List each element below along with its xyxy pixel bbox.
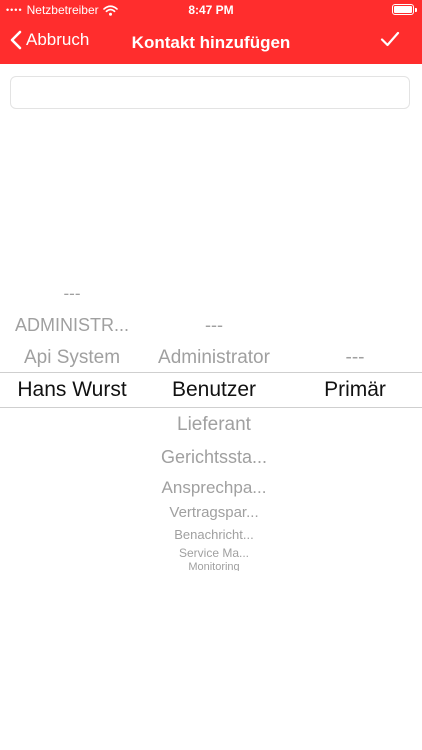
picker-option[interactable]: Monitoring bbox=[146, 561, 282, 571]
picker-column-role[interactable]: --- Administrator Benutzer Lieferant Ger… bbox=[146, 270, 282, 580]
picker-option[interactable]: ADMINISTR... bbox=[6, 315, 138, 336]
checkmark-icon bbox=[380, 31, 400, 47]
search-input[interactable] bbox=[10, 76, 410, 109]
picker-option-selected[interactable]: Primär bbox=[290, 378, 420, 402]
chevron-left-icon bbox=[10, 30, 22, 50]
picker-option[interactable]: Service Ma... bbox=[146, 546, 282, 560]
confirm-button[interactable] bbox=[380, 31, 400, 52]
picker-option[interactable]: Vertragspar... bbox=[146, 504, 282, 521]
cancel-label: Abbruch bbox=[26, 30, 90, 49]
contact-picker[interactable]: --- ADMINISTR... Api System Hans Wurst -… bbox=[0, 270, 422, 580]
picker-option[interactable]: Api System bbox=[6, 347, 138, 369]
picker-option[interactable]: --- bbox=[290, 347, 420, 369]
picker-option[interactable]: Lieferant bbox=[146, 414, 282, 436]
navigation-bar: Abbruch Kontakt hinzufügen bbox=[0, 20, 422, 64]
picker-option[interactable]: Benachricht... bbox=[146, 527, 282, 542]
picker-column-type[interactable]: --- Primär bbox=[290, 270, 420, 580]
picker-option[interactable]: --- bbox=[6, 284, 138, 304]
picker-option[interactable]: Gerichtssta... bbox=[146, 447, 282, 468]
picker-option[interactable]: --- bbox=[146, 315, 282, 336]
status-time: 8:47 PM bbox=[188, 3, 234, 17]
picker-option[interactable]: Administrator bbox=[146, 347, 282, 369]
picker-option-selected[interactable]: Benutzer bbox=[146, 378, 282, 402]
cancel-button[interactable]: Abbruch bbox=[10, 30, 89, 50]
battery-icon bbox=[392, 4, 417, 15]
status-bar: •••• Netzbetreiber 8:47 PM bbox=[0, 0, 422, 20]
picker-column-contact[interactable]: --- ADMINISTR... Api System Hans Wurst bbox=[6, 270, 138, 580]
picker-option[interactable]: Ansprechpa... bbox=[146, 478, 282, 498]
picker-option-selected[interactable]: Hans Wurst bbox=[6, 378, 138, 402]
